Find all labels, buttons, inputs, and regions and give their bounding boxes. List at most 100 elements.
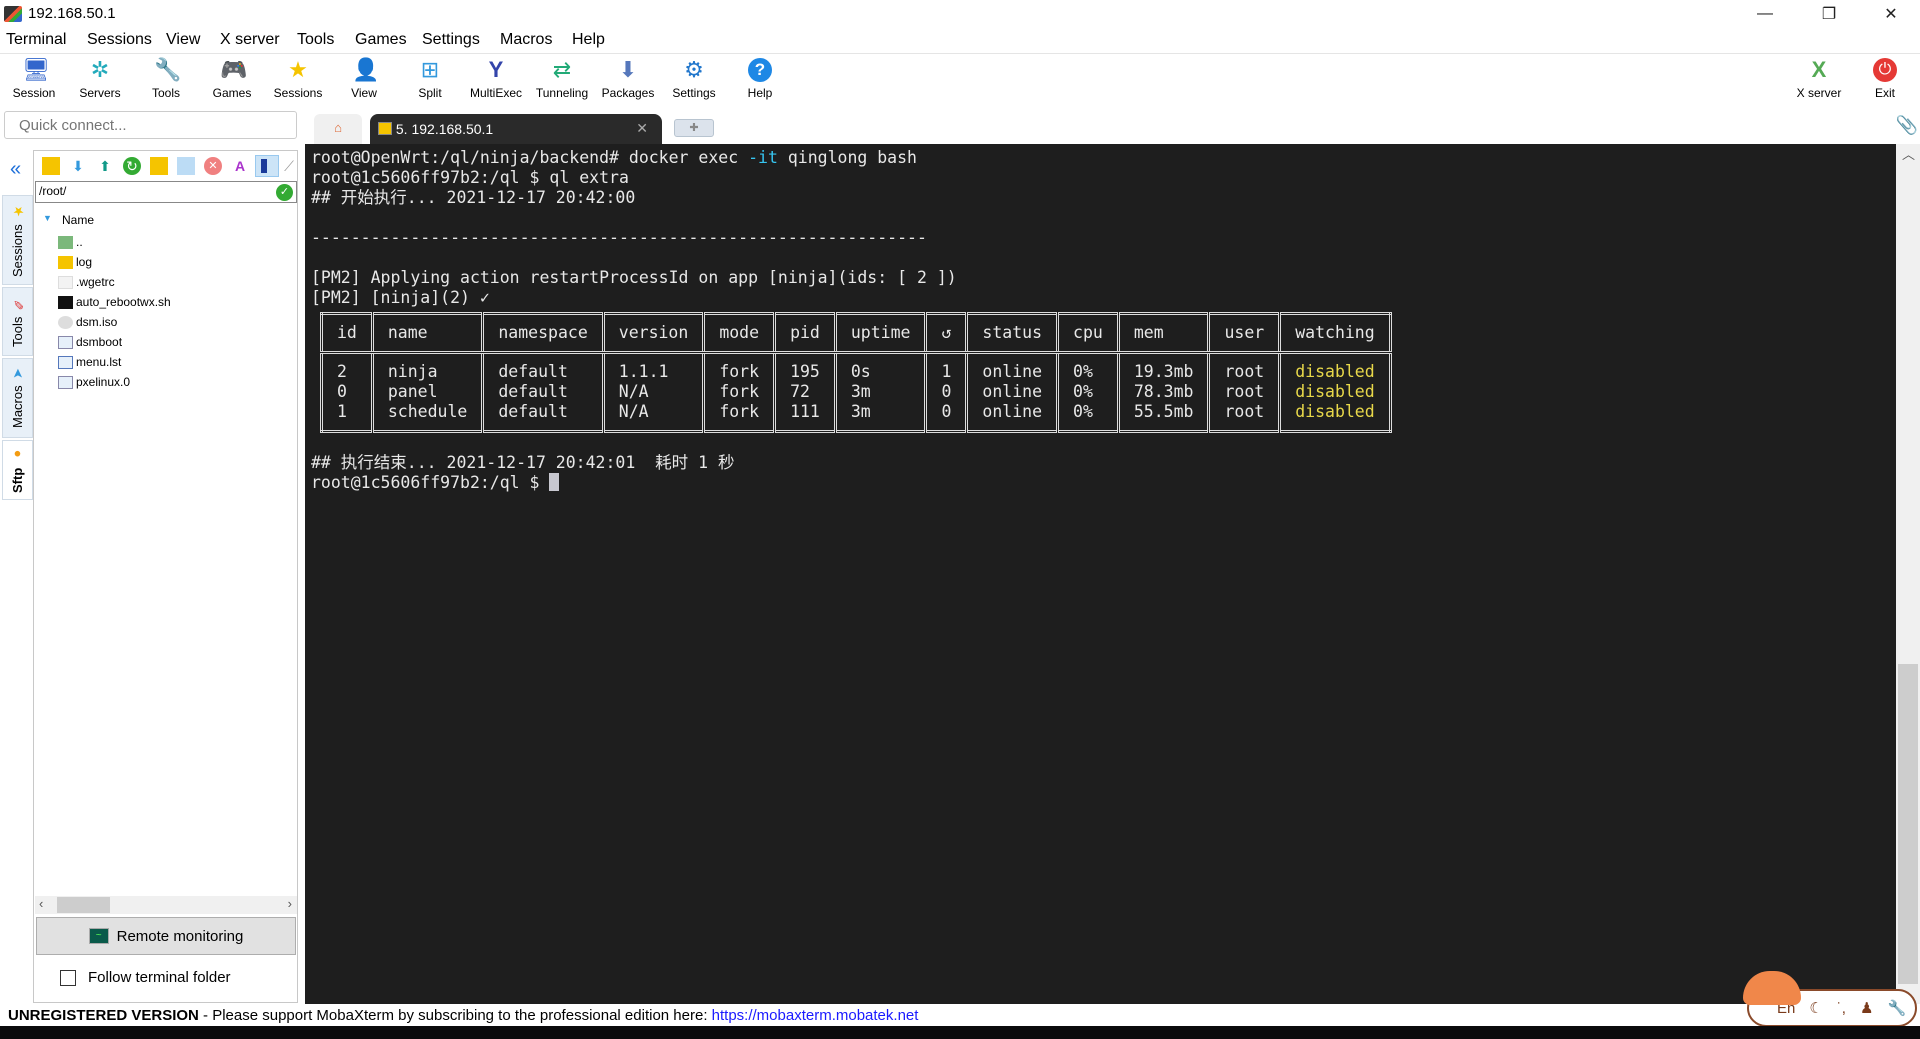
- attach-icon[interactable]: 📎: [1896, 115, 1918, 136]
- pm2-cell: default: [498, 382, 568, 401]
- column-header-name[interactable]: ▼ Name: [34, 209, 297, 231]
- settings-button[interactable]: ⚙ Settings: [661, 56, 727, 106]
- file-icon: [58, 375, 73, 389]
- session-tab[interactable]: 5. 192.168.50.1 ✕: [370, 114, 662, 144]
- checkbox[interactable]: [60, 969, 76, 986]
- menu-settings[interactable]: Settings: [422, 31, 480, 49]
- power-icon: ⏻: [1873, 58, 1897, 82]
- home-tab[interactable]: ⌂: [314, 114, 362, 144]
- rename-icon[interactable]: A: [231, 157, 249, 175]
- menu-help[interactable]: Help: [572, 31, 605, 49]
- terminal-line: [PM2] Applying action restartProcessId o…: [311, 268, 957, 287]
- new-folder-icon[interactable]: [150, 157, 168, 175]
- ime-toolbar[interactable]: En ☾ ˙, ♟ 🔧: [1743, 971, 1917, 1027]
- wand-icon[interactable]: ⟋: [280, 157, 298, 175]
- help-button[interactable]: ? Help: [727, 56, 793, 106]
- servers-icon: ✲: [90, 57, 110, 82]
- pm2-header-cell: mem: [1116, 313, 1209, 354]
- scroll-right-icon[interactable]: ›: [288, 896, 292, 911]
- menu-macros[interactable]: Macros: [500, 31, 552, 49]
- download-icon[interactable]: ⬇: [69, 157, 87, 175]
- close-button[interactable]: ✕: [1862, 0, 1920, 28]
- taskbar: [0, 1026, 1920, 1039]
- status-bar: UNREGISTERED VERSION - Please support Mo…: [0, 1004, 1920, 1026]
- sessions-button[interactable]: ★ Sessions: [265, 56, 331, 106]
- upload-icon[interactable]: ⬆: [96, 157, 114, 175]
- tab-close-icon[interactable]: ✕: [636, 120, 648, 137]
- multiexec-button[interactable]: Y MultiExec: [463, 56, 529, 106]
- refresh-icon[interactable]: ↻: [123, 157, 141, 175]
- tab-tools[interactable]: Tools ✎: [2, 287, 33, 356]
- minimize-button[interactable]: —: [1736, 0, 1794, 28]
- toggle-hidden-icon[interactable]: [255, 155, 279, 177]
- scroll-thumb[interactable]: [1898, 664, 1918, 984]
- path-input[interactable]: /root/✓: [35, 181, 297, 203]
- terminal-line: root@OpenWrt:/ql/ninja/backend# docker e…: [311, 148, 917, 167]
- view-button[interactable]: 👤 View: [331, 56, 397, 106]
- file-row[interactable]: log: [34, 251, 297, 271]
- pm2-column: 19.3mb 78.3mb 55.5mb: [1116, 352, 1209, 432]
- tab-macros[interactable]: Macros ➤: [2, 358, 33, 438]
- file-row[interactable]: auto_rebootwx.sh: [34, 291, 297, 311]
- terminal-line: [PM2] [ninja](2) ✓: [311, 288, 490, 307]
- maximize-button[interactable]: ❐: [1800, 0, 1858, 28]
- new-tab-button[interactable]: ✚: [674, 119, 714, 137]
- pm2-cell: disabled: [1295, 402, 1375, 421]
- new-file-icon[interactable]: [177, 157, 195, 175]
- tab-sftp[interactable]: Sftp ●: [2, 440, 33, 500]
- unregistered-label: UNREGISTERED VERSION: [8, 1007, 199, 1024]
- terminal[interactable]: root@OpenWrt:/ql/ninja/backend# docker e…: [305, 144, 1896, 1004]
- mobatek-link[interactable]: https://mobaxterm.mobatek.net: [712, 1007, 919, 1024]
- pm2-column: root root root: [1207, 352, 1280, 432]
- follow-terminal-folder-checkbox[interactable]: Follow terminal folder: [60, 969, 231, 986]
- menu-terminal[interactable]: Terminal: [6, 31, 66, 49]
- pm2-cell: fork: [719, 402, 760, 421]
- tunneling-button[interactable]: ⇄ Tunneling: [529, 56, 595, 106]
- menu-view[interactable]: View: [166, 31, 200, 49]
- collapse-icon[interactable]: «: [10, 158, 21, 181]
- delete-icon[interactable]: ✕: [204, 157, 222, 175]
- menu-xserver[interactable]: X server: [220, 31, 280, 49]
- check-icon[interactable]: ✓: [276, 184, 293, 201]
- scroll-thumb[interactable]: [57, 897, 110, 913]
- pm2-cell: 55.5mb: [1133, 402, 1194, 421]
- games-button[interactable]: 🎮 Games: [199, 56, 265, 106]
- file-row[interactable]: dsmboot: [34, 331, 297, 351]
- remote-monitoring-button[interactable]: ~ Remote monitoring: [36, 917, 296, 955]
- xserver-button[interactable]: XX server: [1786, 56, 1852, 106]
- servers-button[interactable]: ✲ Servers: [67, 56, 133, 106]
- file-row[interactable]: .wgetrc: [34, 271, 297, 291]
- pm2-cell: fork: [719, 382, 760, 401]
- tab-bar: ⌂ 5. 192.168.50.1 ✕ ✚ 📎: [300, 111, 1920, 144]
- file-row[interactable]: menu.lst: [34, 351, 297, 371]
- script-icon: [58, 295, 73, 309]
- wrench-icon[interactable]: 🔧: [1887, 999, 1906, 1017]
- scroll-up-icon[interactable]: ︿: [1902, 144, 1915, 163]
- split-button[interactable]: ⊞ Split: [397, 56, 463, 106]
- quick-connect-input[interactable]: [4, 111, 297, 139]
- menu-sessions[interactable]: Sessions: [87, 31, 152, 49]
- exit-button[interactable]: ⏻ Exit: [1852, 56, 1918, 106]
- menu-games[interactable]: Games: [355, 31, 407, 49]
- file-row[interactable]: dsm.iso: [34, 311, 297, 331]
- tools-button[interactable]: 🔧 Tools: [133, 56, 199, 106]
- menu-tools[interactable]: Tools: [297, 31, 334, 49]
- sftp-toolbar: ⬇ ⬆ ↻ ✕ A ⟋: [36, 153, 296, 179]
- horizontal-scrollbar[interactable]: ‹ ›: [35, 896, 297, 914]
- parent-folder-icon[interactable]: [42, 157, 60, 175]
- packages-button[interactable]: ⬇ Packages: [595, 56, 661, 106]
- file-row[interactable]: ..: [34, 231, 297, 251]
- pm2-cell: default: [498, 362, 568, 381]
- file-row[interactable]: pxelinux.0: [34, 371, 297, 391]
- tab-sessions[interactable]: Sessions ★: [2, 195, 33, 285]
- terminal-line: ## 执行结束... 2021-12-17 20:42:01 耗时 1 秒: [311, 453, 735, 472]
- moon-icon[interactable]: ☾: [1809, 999, 1822, 1017]
- punctuation-icon[interactable]: ˙,: [1837, 1000, 1846, 1017]
- view-icon: 👤: [352, 57, 380, 82]
- vertical-scrollbar[interactable]: ︿: [1896, 144, 1920, 1004]
- session-button[interactable]: 🖥 Session: [1, 56, 67, 106]
- pm2-column: 100: [924, 352, 967, 432]
- scroll-left-icon[interactable]: ‹: [39, 896, 43, 911]
- tunneling-icon: ⇄: [552, 57, 572, 82]
- user-icon[interactable]: ♟: [1860, 999, 1873, 1017]
